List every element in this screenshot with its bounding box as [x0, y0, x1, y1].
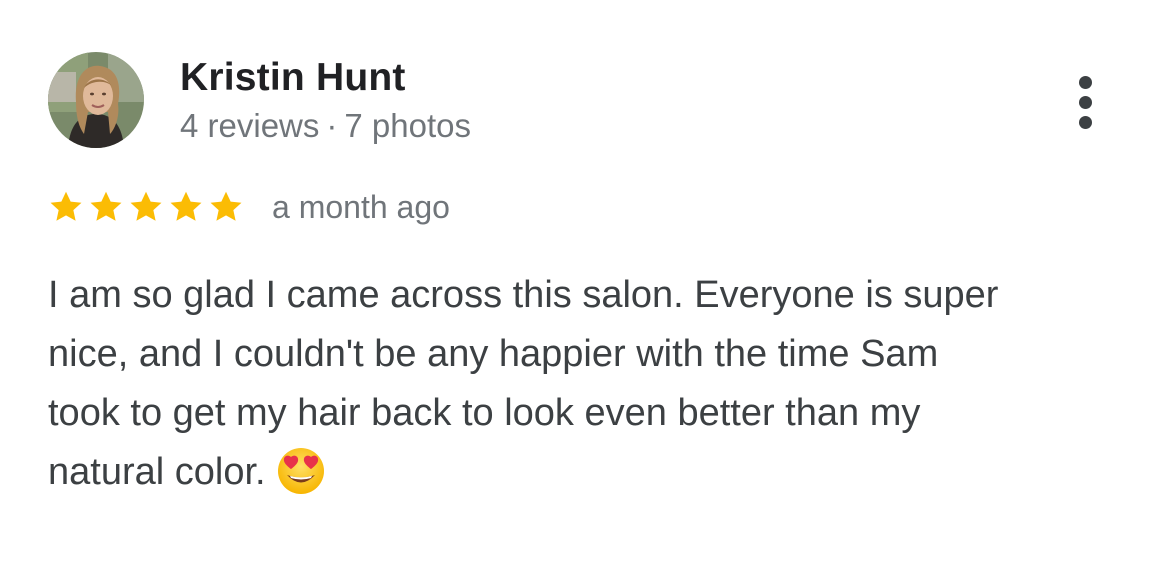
review-card: Kristin Hunt 4 reviews · 7 photos a month … [0, 0, 1170, 562]
review-text-line: nice, and I couldn't be any happier with… [48, 333, 939, 375]
reviews-count: 4 reviews [180, 107, 320, 144]
star-icon [48, 189, 84, 225]
review-text-line: I am so glad I came across this salon. E… [48, 274, 999, 316]
star-icon [88, 189, 124, 225]
review-text-line: natural color. [48, 451, 266, 493]
heart-eyes-emoji-icon [276, 446, 326, 496]
author-name[interactable]: Kristin Hunt [180, 54, 406, 102]
author-meta: 4 reviews · 7 photos [180, 104, 471, 148]
review-text: I am so glad I came across this salon. E… [48, 266, 1138, 502]
more-options-button[interactable] [1064, 70, 1108, 134]
review-text-line-last: natural color. [48, 443, 1138, 502]
rating-row: a month ago [48, 184, 450, 230]
star-rating [48, 189, 248, 225]
star-icon [128, 189, 164, 225]
meta-separator: · [326, 107, 338, 144]
review-time: a month ago [272, 189, 450, 225]
photos-count: 7 photos [344, 107, 471, 144]
star-icon [208, 189, 244, 225]
author-avatar[interactable] [48, 52, 144, 148]
star-icon [168, 189, 204, 225]
review-text-line: took to get my hair back to look even be… [48, 392, 921, 434]
user-photo-avatar-icon [48, 52, 144, 148]
